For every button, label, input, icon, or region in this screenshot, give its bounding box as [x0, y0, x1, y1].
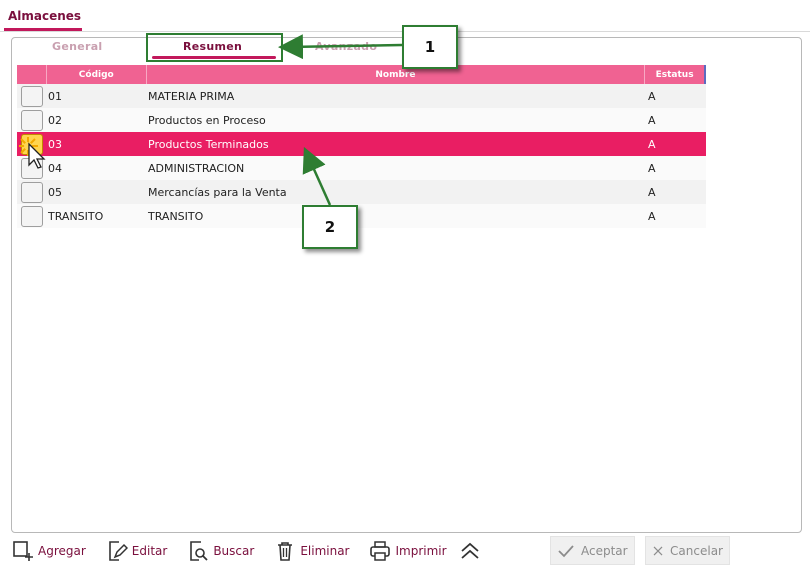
row-status: A	[648, 209, 656, 223]
row-code: 04	[48, 161, 62, 175]
row-selector[interactable]	[20, 109, 43, 131]
row-status: A	[648, 113, 656, 127]
add-icon	[13, 541, 33, 561]
delete-label: Eliminar	[300, 544, 350, 558]
grid-body: 01 MATERIA PRIMA A 02 Productos en Proceso A 0…	[17, 84, 706, 228]
row-code: 02	[48, 113, 62, 127]
search-button[interactable]: Buscar	[187, 540, 254, 562]
row-code: 05	[48, 185, 62, 199]
trash-icon	[278, 542, 293, 561]
search-label: Buscar	[213, 544, 255, 558]
row-status: A	[648, 185, 656, 199]
window-title-tab[interactable]: Almacenes	[8, 9, 81, 23]
header-name[interactable]: Nombre	[145, 65, 645, 84]
row-selector-cell	[17, 108, 46, 132]
printer-icon	[370, 541, 391, 561]
tab-general[interactable]: General	[52, 40, 103, 53]
tab-highlight-box	[146, 33, 283, 62]
cancel-button[interactable]: Cancelar	[645, 536, 730, 565]
edit-button[interactable]: Editar	[106, 540, 168, 562]
row-selector[interactable]	[20, 181, 43, 203]
pointer-cursor-icon	[19, 137, 46, 169]
header-select	[17, 65, 46, 84]
table-row[interactable]: 02 Productos en Proceso A	[17, 108, 706, 132]
row-selector-cell	[17, 180, 46, 204]
row-name: ADMINISTRACION	[148, 161, 245, 175]
row-status: A	[648, 89, 656, 103]
row-selector-cell	[17, 84, 46, 108]
row-code: 01	[48, 89, 62, 103]
row-name: TRANSITO	[148, 209, 204, 223]
grid-header: Código Nombre Estatus	[17, 65, 706, 84]
row-name: Productos Terminados	[148, 137, 269, 151]
row-code: TRANSITO	[48, 209, 104, 223]
header-status[interactable]: Estatus	[644, 65, 704, 84]
callout-1: 1	[402, 25, 458, 69]
edit-label: Editar	[131, 544, 168, 558]
add-label: Agregar	[38, 544, 86, 558]
accept-label: Aceptar	[581, 543, 628, 558]
accept-button[interactable]: Aceptar	[550, 536, 635, 565]
add-button[interactable]: Agregar	[12, 540, 86, 562]
row-status: A	[648, 161, 656, 175]
row-name: Productos en Proceso	[148, 113, 266, 127]
close-icon	[653, 546, 663, 555]
check-icon	[558, 544, 574, 557]
callout-2: 2	[302, 205, 358, 249]
print-button[interactable]: Imprimir	[369, 540, 447, 562]
search-icon	[190, 541, 208, 561]
double-chevron-up-icon	[460, 542, 479, 559]
collapse-toolbar-button[interactable]	[459, 540, 485, 562]
table-row[interactable]: 01 MATERIA PRIMA A	[17, 84, 706, 108]
row-status: A	[648, 137, 656, 151]
print-label: Imprimir	[395, 544, 447, 558]
row-selector[interactable]	[20, 205, 43, 227]
row-selector-cell	[17, 204, 46, 228]
table-row[interactable]: TRANSITO TRANSITO A	[17, 204, 706, 228]
table-row[interactable]: 03 Productos Terminados A	[17, 132, 706, 156]
row-name: MATERIA PRIMA	[148, 89, 235, 103]
delete-button[interactable]: Eliminar	[274, 540, 349, 562]
row-name: Mercancías para la Venta	[148, 185, 287, 199]
toolbar: Agregar Editar Buscar Eliminar Imprimir	[12, 537, 505, 565]
warehouse-grid: Código Nombre Estatus 01 MATERIA PRIMA A 02…	[17, 65, 706, 228]
header-code[interactable]: Código	[45, 65, 146, 84]
table-row[interactable]: 05 Mercancías para la Venta A	[17, 180, 706, 204]
edit-icon	[108, 541, 128, 561]
cancel-label: Cancelar	[670, 543, 723, 558]
row-code: 03	[48, 137, 62, 151]
row-selector[interactable]	[20, 85, 43, 107]
table-row[interactable]: 04 ADMINISTRACION A	[17, 156, 706, 180]
tab-avanzado[interactable]: Avanzado	[315, 40, 377, 53]
